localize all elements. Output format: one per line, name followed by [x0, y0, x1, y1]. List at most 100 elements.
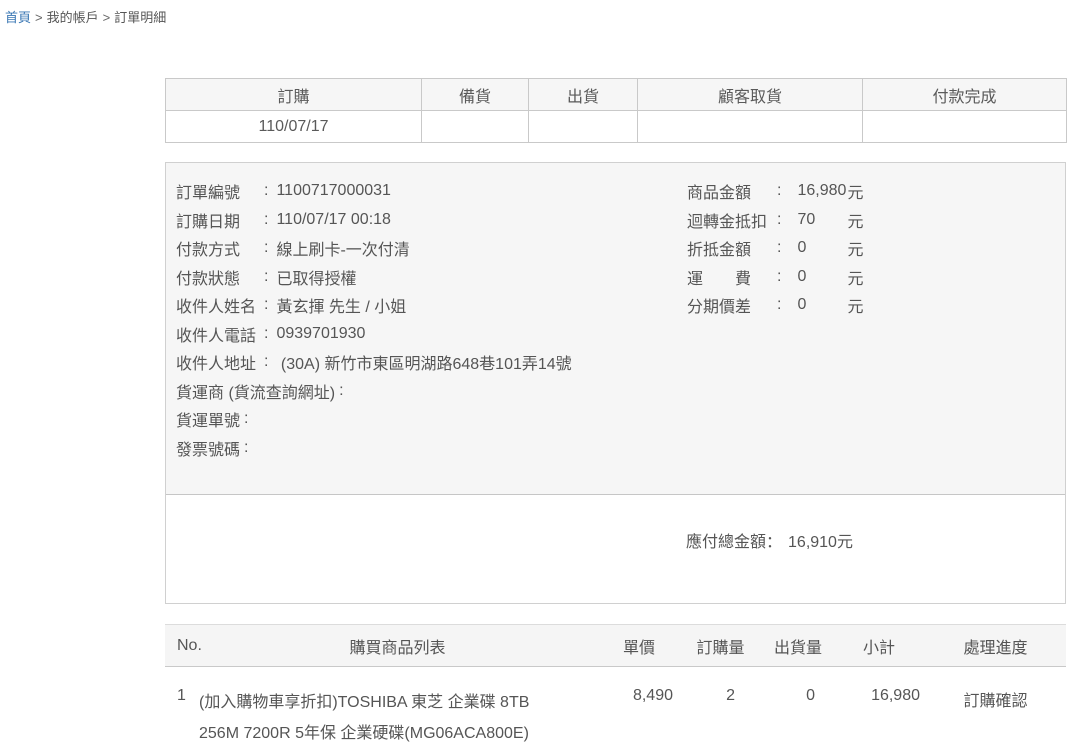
progress-value-row: 110/07/17	[166, 111, 1067, 143]
currency-unit: 元	[847, 265, 863, 289]
breadcrumb-item-my-account[interactable]: 我的帳戶	[47, 10, 99, 25]
progress-header-ordered: 訂購	[166, 79, 422, 111]
recipient-phone-value: 0939701930	[276, 325, 365, 343]
progress-header-row: 訂購 備貨 出貨 顧客取貨 付款完成	[166, 79, 1067, 111]
breadcrumb: 首頁>我的帳戶>訂單明細	[0, 0, 1075, 24]
info-row-payment-method: 付款方式:線上刷卡-一次付清	[176, 234, 687, 263]
info-label: 貨運單號	[176, 407, 240, 431]
info-label: 訂購日期	[176, 208, 264, 232]
recipient-name-value: 黃玄揮 先生 / 小姐	[276, 293, 406, 317]
info-row-carrier: 貨運商 (貨流查詢網址):	[176, 377, 687, 406]
product-name-line-2: 256M 7200R 5年保 企業硬碟(MG06ACA800E)	[199, 718, 600, 742]
progress-paid-date	[863, 111, 1067, 143]
info-row-recipient-name: 收件人姓名: 黃玄揮 先生 / 小姐	[176, 291, 687, 320]
breadcrumb-separator: >	[103, 10, 111, 25]
info-row-invoice-number: 發票號碼:	[176, 434, 687, 463]
items-header-process-status: 處理進度	[925, 625, 1066, 667]
item-order-qty: 2	[678, 667, 763, 742]
installment-diff-value: 0	[797, 296, 847, 314]
progress-shipped-date	[529, 111, 638, 143]
currency-unit: 元	[847, 293, 863, 317]
info-row-order-date: 訂購日期:110/07/17 00:18	[176, 206, 687, 235]
colon: :	[777, 182, 781, 200]
colon: :	[264, 239, 268, 257]
info-label: 發票號碼	[176, 436, 240, 460]
order-date-value: 110/07/17 00:18	[276, 211, 390, 229]
currency-unit: 元	[847, 208, 863, 232]
items-header-order-qty: 訂購量	[678, 625, 763, 667]
items-header-ship-qty: 出貨量	[763, 625, 833, 667]
breadcrumb-item-order-detail: 訂單明細	[114, 10, 166, 25]
recipient-address-value: (30A) 新竹市東區明湖路648巷101弄14號	[276, 350, 571, 374]
amount-label: 運 費	[687, 265, 777, 289]
colon: :	[339, 382, 343, 400]
items-header-unit-price: 單價	[600, 625, 678, 667]
colon: :	[264, 296, 268, 314]
info-label: 貨運商 (貨流查詢網址)	[176, 379, 335, 403]
colon: :	[777, 211, 781, 229]
colon: :	[777, 268, 781, 286]
currency-unit: 元	[847, 179, 863, 203]
colon: :	[264, 211, 268, 229]
amount-row-rebate-deduction: 迴轉金抵扣:70元	[687, 206, 1055, 235]
progress-header-pickup: 顧客取貨	[638, 79, 863, 111]
info-label: 付款狀態	[176, 265, 264, 289]
colon: :	[244, 439, 248, 457]
order-amounts-right-column: 商品金額:16,980元 迴轉金抵扣:70元 折抵金額:0元 運 費:0元 分期…	[687, 177, 1055, 462]
progress-pickup-date	[638, 111, 863, 143]
item-no: 1	[165, 667, 195, 742]
order-progress-table: 訂購 備貨 出貨 顧客取貨 付款完成 110/07/17	[165, 78, 1067, 143]
amount-row-shipping-fee: 運 費:0元	[687, 263, 1055, 292]
colon: :	[264, 353, 268, 371]
info-label: 收件人電話	[176, 322, 264, 346]
shipping-fee-value: 0	[797, 268, 847, 286]
items-header-product-list: 購買商品列表	[195, 625, 600, 667]
info-row-tracking-number: 貨運單號:	[176, 405, 687, 434]
item-row: 1 (加入購物車享折扣)TOSHIBA 東芝 企業碟 8TB 256M 7200…	[165, 667, 1066, 742]
progress-preparing-date	[422, 111, 529, 143]
amount-row-discount: 折抵金額:0元	[687, 234, 1055, 263]
info-row-order-number: 訂單編號:1100717000031	[176, 177, 687, 206]
total-due-label: 應付總金額：	[686, 534, 782, 551]
progress-header-preparing: 備貨	[422, 79, 529, 111]
rebate-deduction-value: 70	[797, 211, 847, 229]
order-info-left-column: 訂單編號:1100717000031 訂購日期:110/07/17 00:18 …	[176, 177, 687, 462]
progress-header-paid: 付款完成	[863, 79, 1067, 111]
progress-ordered-date: 110/07/17	[166, 111, 422, 143]
amount-label: 迴轉金抵扣	[687, 208, 777, 232]
info-row-payment-status: 付款狀態: 已取得授權	[176, 263, 687, 292]
order-number-value: 1100717000031	[276, 182, 391, 200]
order-details-panel: 訂單編號:1100717000031 訂購日期:110/07/17 00:18 …	[166, 163, 1065, 495]
amount-row-installment-diff: 分期價差:0元	[687, 291, 1055, 320]
item-subtotal: 16,980	[833, 667, 925, 742]
colon: :	[264, 182, 268, 200]
item-product-name: (加入購物車享折扣)TOSHIBA 東芝 企業碟 8TB 256M 7200R …	[195, 667, 600, 742]
colon: :	[264, 268, 268, 286]
main-content: 訂購 備貨 出貨 顧客取貨 付款完成 110/07/17 訂單編號:110071…	[165, 78, 1066, 742]
colon: :	[264, 325, 268, 343]
payment-status-value: 已取得授權	[276, 265, 356, 289]
total-due-value: 16,910元	[788, 534, 853, 551]
product-name-line-1: (加入購物車享折扣)TOSHIBA 東芝 企業碟 8TB	[199, 687, 600, 718]
merchandise-amount-value: 16,980	[797, 182, 847, 200]
item-unit-price: 8,490	[600, 667, 678, 742]
purchased-items-table: No. 購買商品列表 單價 訂購量 出貨量 小計 處理進度 1 (加入購物車享折…	[165, 624, 1066, 742]
info-row-recipient-address: 收件人地址: (30A) 新竹市東區明湖路648巷101弄14號	[176, 348, 687, 377]
info-label: 收件人姓名	[176, 293, 264, 317]
item-process-status: 訂購確認	[925, 667, 1066, 742]
item-ship-qty: 0	[763, 667, 833, 742]
order-total-section: 應付總金額： 16,910元	[166, 495, 1065, 603]
items-header-row: No. 購買商品列表 單價 訂購量 出貨量 小計 處理進度	[165, 625, 1066, 667]
currency-unit: 元	[847, 236, 863, 260]
amount-row-merchandise: 商品金額:16,980元	[687, 177, 1055, 206]
amount-label: 折抵金額	[687, 236, 777, 260]
progress-header-shipped: 出貨	[529, 79, 638, 111]
colon: :	[777, 296, 781, 314]
breadcrumb-link-home[interactable]: 首頁	[5, 10, 31, 25]
discount-amount-value: 0	[797, 239, 847, 257]
info-row-recipient-phone: 收件人電話:0939701930	[176, 320, 687, 349]
items-header-subtotal: 小計	[833, 625, 925, 667]
amount-label: 分期價差	[687, 293, 777, 317]
info-label: 收件人地址	[176, 350, 264, 374]
info-label: 付款方式	[176, 236, 264, 260]
